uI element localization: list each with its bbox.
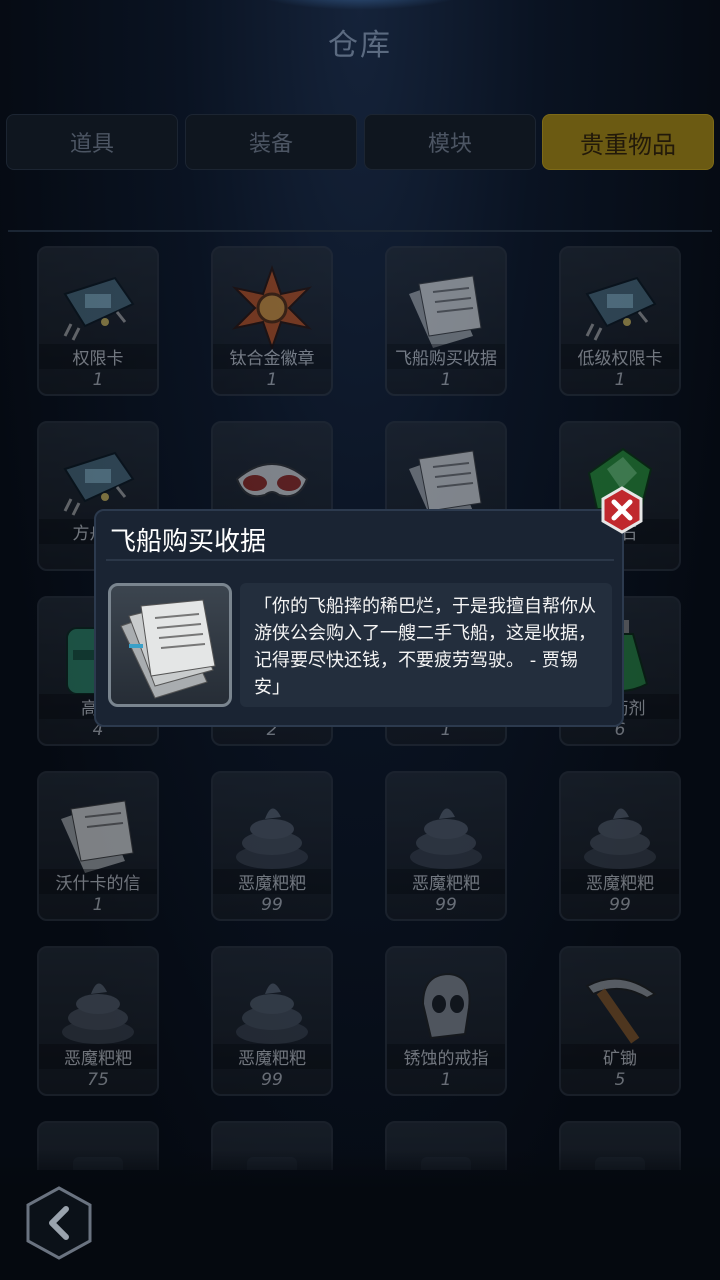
item-count: 99 [435, 895, 457, 915]
poop-icon [229, 964, 315, 1050]
item-count: 75 [87, 1070, 109, 1090]
inventory-item[interactable]: 锈蚀的戒指 1 [385, 946, 507, 1096]
item-count: 1 [92, 895, 104, 915]
page-title: 仓库 [328, 28, 392, 63]
item-name: 低级权限卡 [561, 344, 679, 369]
tab-valuables[interactable]: 贵重物品 [542, 114, 714, 170]
inventory-item[interactable]: 恶魔粑粑 75 [37, 946, 159, 1096]
item-count: 1 [92, 370, 104, 390]
item-name: 恶魔粑粑 [213, 1044, 331, 1069]
item-count: 99 [261, 1070, 283, 1090]
paper-letter-icon [55, 789, 141, 875]
popup-description: 「你的飞船摔的稀巴烂，于是我擅自帮你从游侠公会购入了一艘二手飞船，这是收据，记得… [240, 583, 612, 707]
paper-receipt-icon [108, 583, 232, 707]
inventory-item[interactable]: 恶魔粑粑 99 [559, 771, 681, 921]
inventory-item[interactable]: 权限卡 1 [37, 246, 159, 396]
popup-title: 飞船购买收据 [110, 527, 267, 557]
item-name: 恶魔粑粑 [39, 1044, 157, 1069]
divider [8, 230, 712, 232]
item-count: 99 [609, 895, 631, 915]
chip-card-icon [55, 264, 141, 350]
close-button[interactable] [598, 486, 646, 534]
tab-props[interactable]: 道具 [6, 114, 178, 170]
item-name: 沃什卡的信 [39, 869, 157, 894]
item-count: 99 [261, 895, 283, 915]
skull-ring-icon [403, 964, 489, 1050]
tab-bar: 道具 装备 模块 贵重物品 [6, 114, 714, 170]
inventory-item[interactable]: 沃什卡的信 1 [37, 771, 159, 921]
chip-card-icon [577, 264, 663, 350]
inventory-item[interactable]: 矿锄 5 [559, 946, 681, 1096]
item-name: 权限卡 [39, 344, 157, 369]
item-count: 1 [440, 1070, 452, 1090]
back-arrow-icon [26, 1186, 92, 1260]
tab-equipment[interactable]: 装备 [185, 114, 357, 170]
poop-icon [55, 964, 141, 1050]
item-detail-popup: 飞船购买收据 「你的飞船摔的稀巴烂，于是我擅自帮你从游侠公会购入了一艘二手飞船，… [94, 509, 624, 727]
item-name: 锈蚀的戒指 [387, 1044, 505, 1069]
popup-divider [106, 559, 614, 561]
poop-icon [403, 789, 489, 875]
inventory-item[interactable]: 恶魔粑粑 99 [211, 771, 333, 921]
inventory-item[interactable]: 恶魔粑粑 99 [385, 771, 507, 921]
inventory-item[interactable]: 飞船购买收据 1 [385, 246, 507, 396]
item-name: 钛合金徽章 [213, 344, 331, 369]
paper-receipt-icon [403, 264, 489, 350]
poop-icon [229, 789, 315, 875]
tab-modules[interactable]: 模块 [364, 114, 536, 170]
item-count: 5 [614, 1070, 626, 1090]
pickaxe-icon [577, 964, 663, 1050]
back-button[interactable] [24, 1185, 94, 1261]
item-name: 恶魔粑粑 [387, 869, 505, 894]
star-badge-icon [229, 264, 315, 352]
item-count: 1 [266, 370, 278, 390]
item-name: 恶魔粑粑 [213, 869, 331, 894]
item-count: 1 [614, 370, 626, 390]
item-name: 恶魔粑粑 [561, 869, 679, 894]
bottom-fade [0, 1150, 720, 1280]
item-name: 飞船购买收据 [387, 344, 505, 369]
inventory-item[interactable]: 钛合金徽章 1 [211, 246, 333, 396]
item-count: 1 [440, 370, 452, 390]
poop-icon [577, 789, 663, 875]
inventory-item[interactable]: 低级权限卡 1 [559, 246, 681, 396]
item-name: 矿锄 [561, 1044, 679, 1069]
close-icon [601, 486, 643, 534]
inventory-item[interactable]: 恶魔粑粑 99 [211, 946, 333, 1096]
